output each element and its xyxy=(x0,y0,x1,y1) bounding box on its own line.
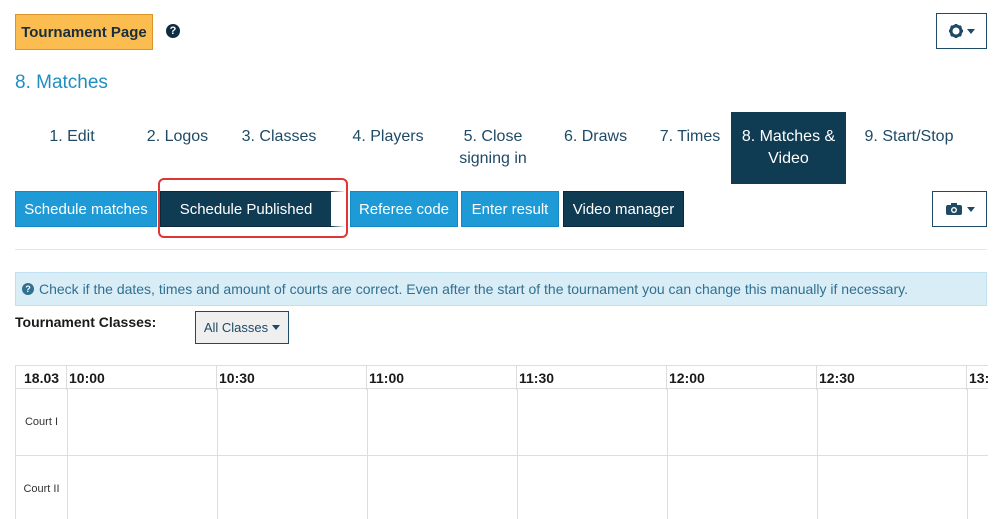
court-row: Court II xyxy=(16,456,988,519)
camera-icon xyxy=(945,203,962,215)
highlight-annotation xyxy=(158,178,348,238)
tab-logos[interactable]: 2. Logos xyxy=(129,112,226,184)
court-label: Court I xyxy=(24,416,58,428)
tab-players[interactable]: 4. Players xyxy=(332,112,444,184)
schedule-header-row: 18.03 10:00 10:30 11:00 11:30 12:00 12:3… xyxy=(16,365,988,390)
question-circle-icon[interactable]: ? xyxy=(166,24,180,38)
chevron-down-icon xyxy=(966,206,975,212)
tournament-page-button[interactable]: Tournament Page xyxy=(15,14,153,50)
time-slot-header: 11:30 xyxy=(517,366,667,390)
referee-code-button[interactable]: Referee code xyxy=(350,191,458,227)
grid-line xyxy=(217,389,218,519)
grid-line xyxy=(967,389,968,519)
page-title: 8. Matches xyxy=(15,72,108,93)
tab-start-stop[interactable]: 9. Start/Stop xyxy=(846,112,972,184)
enter-result-button[interactable]: Enter result xyxy=(461,191,559,227)
grid-line xyxy=(367,389,368,519)
video-manager-button[interactable]: Video manager xyxy=(563,191,684,227)
info-text: Check if the dates, times and amount of … xyxy=(39,281,908,297)
grid-line xyxy=(67,389,68,519)
time-slot-header: 10:00 xyxy=(67,366,217,390)
chevron-down-icon xyxy=(967,28,975,34)
grid-line xyxy=(667,389,668,519)
tab-classes[interactable]: 3. Classes xyxy=(226,112,332,184)
classes-select-value: All Classes xyxy=(203,320,269,335)
divider xyxy=(15,249,987,250)
tab-matches-video[interactable]: 8. Matches & Video xyxy=(731,112,846,184)
time-slot-header: 11:00 xyxy=(367,366,517,390)
time-slot-header: 10:30 xyxy=(217,366,367,390)
tab-draws[interactable]: 6. Draws xyxy=(542,112,649,184)
grid-line xyxy=(817,389,818,519)
schedule-grid: 18.03 10:00 10:30 11:00 11:30 12:00 12:3… xyxy=(15,365,988,519)
time-slot-header: 13:00 xyxy=(969,370,988,386)
classes-select[interactable]: All Classes xyxy=(195,311,289,344)
camera-dropdown-button[interactable] xyxy=(932,191,987,227)
gear-icon xyxy=(949,24,963,38)
step-tabs: 1. Edit 2. Logos 3. Classes 4. Players 5… xyxy=(15,112,972,184)
chevron-down-icon xyxy=(272,325,281,330)
court-row: Court I xyxy=(16,389,988,456)
time-slot-header: 12:00 xyxy=(667,366,817,390)
court-label: Court II xyxy=(23,483,60,495)
tab-times[interactable]: 7. Times xyxy=(649,112,731,184)
grid-line xyxy=(517,389,518,519)
info-alert: ? Check if the dates, times and amount o… xyxy=(15,272,987,306)
tab-edit[interactable]: 1. Edit xyxy=(15,112,129,184)
time-slot-header: 12:30 xyxy=(817,366,967,390)
schedule-date: 18.03 xyxy=(16,366,67,390)
question-circle-icon: ? xyxy=(22,283,34,295)
tab-close-signing-in[interactable]: 5. Close signing in xyxy=(444,112,542,184)
tournament-classes-label: Tournament Classes: xyxy=(15,314,157,330)
schedule-matches-button[interactable]: Schedule matches xyxy=(15,191,157,227)
settings-dropdown-button[interactable] xyxy=(936,13,987,49)
